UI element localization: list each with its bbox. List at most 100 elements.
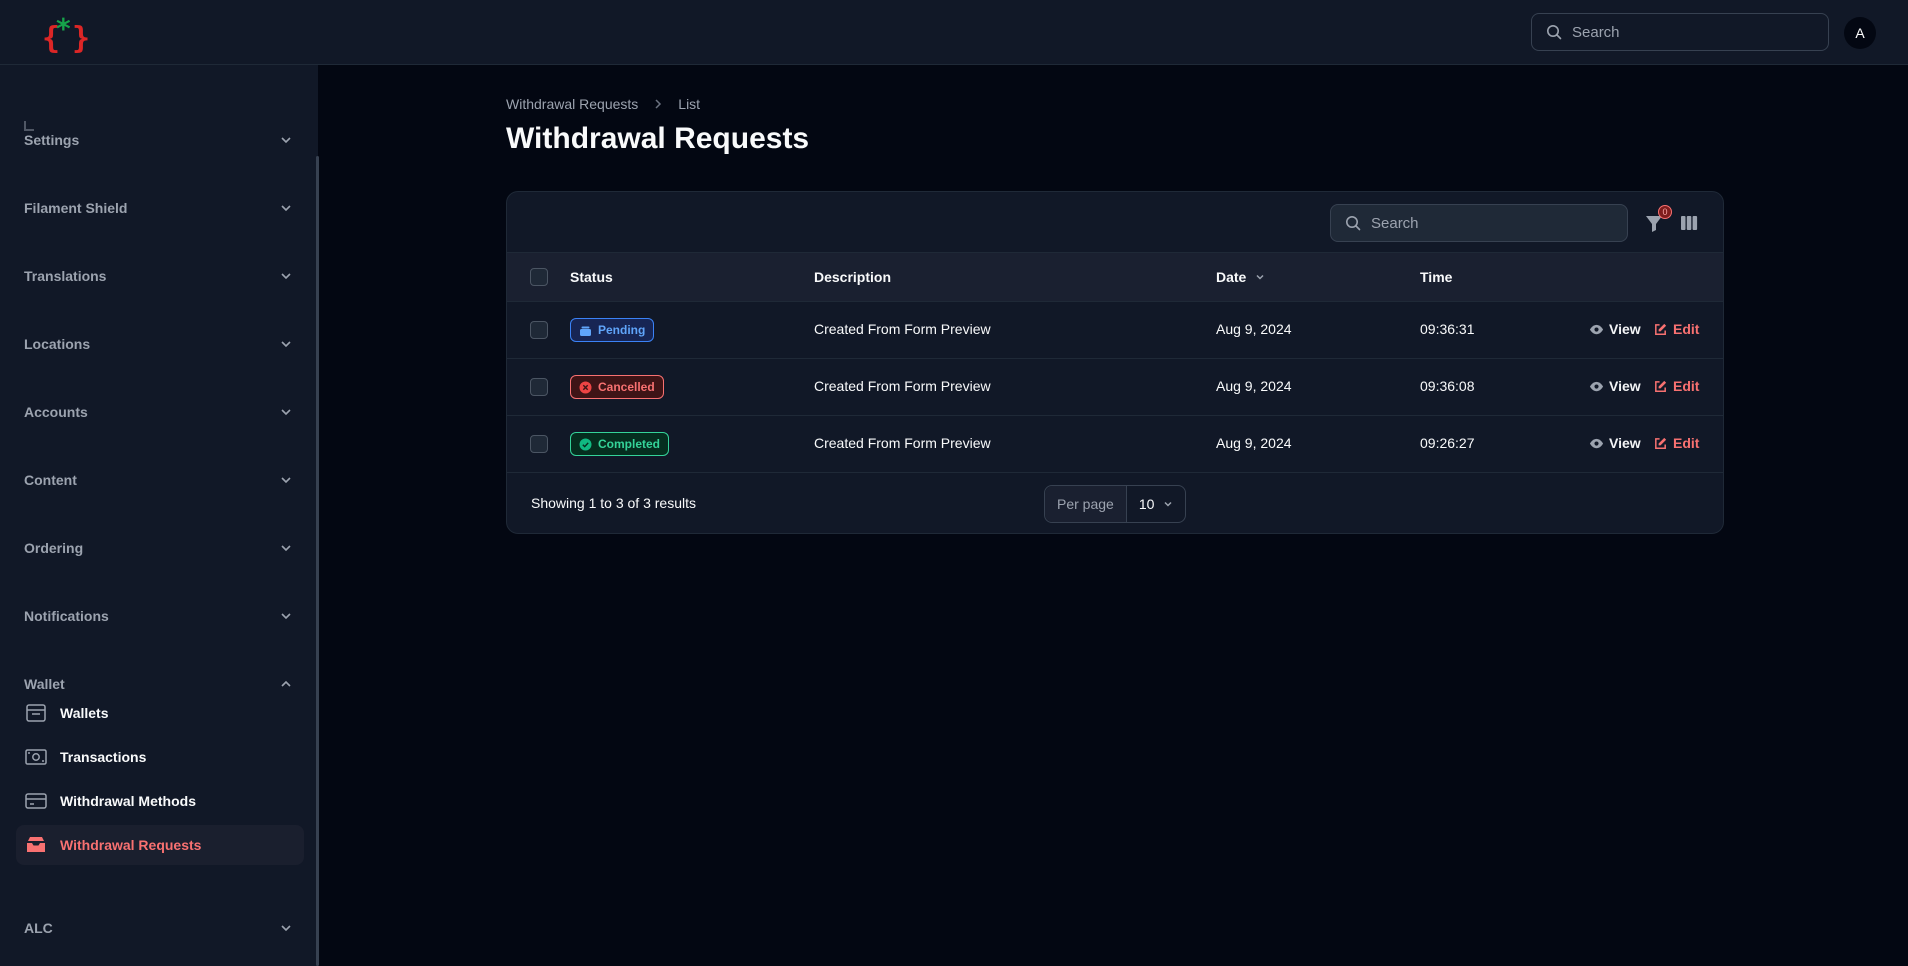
table-footer: Showing 1 to 3 of 3 results Per page 10 — [507, 473, 1723, 533]
edit-label: Edit — [1673, 378, 1700, 394]
sidebar: Settings Filament Shield Translations Lo… — [0, 65, 318, 966]
svg-text:*: * — [56, 12, 71, 45]
user-avatar[interactable]: A — [1844, 17, 1876, 49]
edit-button[interactable]: Edit — [1653, 435, 1699, 451]
sidebar-group-label: ALC — [24, 920, 53, 936]
page-title: Withdrawal Requests — [506, 122, 810, 155]
sidebar-group-alc[interactable]: ALC — [24, 913, 294, 943]
per-page-value[interactable]: 10 — [1127, 496, 1175, 512]
select-all-checkbox[interactable] — [530, 268, 548, 286]
chevron-down-icon — [281, 137, 291, 144]
status-badge: Completed — [570, 432, 670, 456]
date-cell: Aug 9, 2024 — [1216, 378, 1292, 394]
row-checkbox[interactable] — [530, 435, 548, 453]
status-label: Pending — [598, 323, 646, 337]
sidebar-group-label: Content — [24, 472, 77, 488]
sidebar-group-locations[interactable]: Locations — [24, 329, 294, 359]
description-cell: Created From Form Preview — [814, 378, 991, 394]
chevron-down-icon — [281, 925, 291, 932]
sidebar-item-transactions[interactable]: Transactions — [16, 737, 304, 777]
sidebar-item-label: Transactions — [60, 749, 147, 765]
sidebar-item-label: Withdrawal Requests — [60, 837, 202, 853]
sidebar-group-label: Ordering — [24, 540, 84, 556]
per-page-value-text: 10 — [1138, 496, 1155, 512]
view-button[interactable]: View — [1589, 435, 1641, 451]
chevron-right-icon — [655, 99, 662, 109]
edit-button[interactable]: Edit — [1653, 321, 1699, 337]
sidebar-item-label: Withdrawal Methods — [60, 793, 196, 809]
pencil-square-icon — [1655, 323, 1667, 335]
date-cell: Aug 9, 2024 — [1216, 435, 1292, 451]
chevron-down-icon — [281, 205, 291, 212]
chevron-down-icon — [281, 613, 291, 620]
sidebar-item-withdrawal-methods[interactable]: Withdrawal Methods — [16, 781, 304, 821]
sidebar-group-label: Locations — [24, 336, 91, 352]
sidebar-group-accounts[interactable]: Accounts — [24, 397, 294, 427]
date-cell: Aug 9, 2024 — [1216, 321, 1292, 337]
columns-toggle-icon[interactable] — [1679, 213, 1699, 233]
sidebar-group-notifications[interactable]: Notifications — [24, 601, 294, 631]
chevron-down-icon — [281, 273, 291, 280]
search-placeholder: Search — [1371, 214, 1419, 232]
sidebar-group-label: Notifications — [24, 608, 109, 624]
withdrawal-requests-table: Search 0 Status Description Date Time Pe… — [506, 191, 1724, 534]
chevron-up-icon — [281, 680, 291, 687]
brand-logo-icon[interactable]: { } * — [42, 10, 92, 55]
status-badge: Pending — [570, 318, 655, 342]
eye-icon — [1589, 381, 1604, 391]
table-header: Status Description Date Time — [507, 253, 1723, 302]
column-header-date[interactable]: Date — [1216, 269, 1266, 285]
sidebar-group-label: Filament Shield — [24, 200, 128, 216]
breadcrumb-current: List — [678, 96, 701, 112]
column-header-date-label: Date — [1216, 269, 1247, 285]
row-checkbox[interactable] — [530, 378, 548, 396]
wallet-icon — [26, 704, 46, 722]
global-search-input[interactable]: Search — [1531, 13, 1829, 51]
svg-text:}: } — [72, 21, 90, 55]
per-page-label: Per page — [1045, 486, 1127, 522]
sidebar-group-settings[interactable]: Settings — [24, 125, 294, 155]
sidebar-item-withdrawal-requests[interactable]: Withdrawal Requests — [16, 825, 304, 865]
time-cell: 09:36:08 — [1420, 378, 1475, 394]
sidebar-group-label: Accounts — [24, 404, 88, 420]
description-cell: Created From Form Preview — [814, 321, 991, 337]
top-bar: { } * Search A — [0, 0, 1908, 65]
chevron-down-icon — [1164, 501, 1172, 507]
clock-stack-icon — [580, 326, 591, 336]
status-label: Cancelled — [598, 380, 655, 394]
column-header-time[interactable]: Time — [1420, 269, 1452, 285]
pencil-square-icon — [1655, 437, 1667, 449]
view-button[interactable]: View — [1589, 321, 1641, 337]
sidebar-group-ordering[interactable]: Ordering — [24, 533, 294, 563]
search-placeholder: Search — [1572, 23, 1620, 41]
column-header-status[interactable]: Status — [570, 269, 613, 285]
time-cell: 09:36:31 — [1420, 321, 1475, 337]
sidebar-group-translations[interactable]: Translations — [24, 261, 294, 291]
sidebar-scrollbar[interactable] — [316, 156, 319, 966]
sidebar-group-filament-shield[interactable]: Filament Shield — [24, 193, 294, 223]
sidebar-group-label: Translations — [24, 268, 107, 284]
chevron-down-icon — [281, 545, 291, 552]
view-label: View — [1609, 378, 1641, 394]
view-button[interactable]: View — [1589, 378, 1641, 394]
inbox-stack-icon — [27, 837, 45, 852]
per-page-select[interactable]: Per page 10 — [1044, 485, 1186, 523]
table-row: Pending Created From Form Preview Aug 9,… — [507, 302, 1723, 359]
eye-icon — [1589, 324, 1604, 334]
description-cell: Created From Form Preview — [814, 435, 991, 451]
edit-button[interactable]: Edit — [1653, 378, 1699, 394]
table-search-input[interactable]: Search — [1330, 204, 1628, 242]
edit-label: Edit — [1673, 321, 1700, 337]
sidebar-item-wallets[interactable]: Wallets — [16, 693, 304, 733]
view-label: View — [1609, 321, 1641, 337]
search-icon — [1346, 216, 1361, 231]
row-checkbox[interactable] — [530, 321, 548, 339]
breadcrumb-parent-link[interactable]: Withdrawal Requests — [506, 96, 638, 112]
view-label: View — [1609, 435, 1641, 451]
sidebar-item-label: Wallets — [60, 705, 109, 721]
sidebar-group-content[interactable]: Content — [24, 465, 294, 495]
credit-card-icon — [25, 793, 47, 809]
column-header-description[interactable]: Description — [814, 269, 891, 285]
sort-chevron-down-icon — [1256, 274, 1264, 280]
search-icon — [1547, 25, 1562, 40]
